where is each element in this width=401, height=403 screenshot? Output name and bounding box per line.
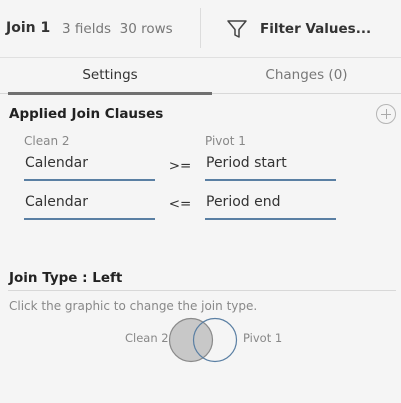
tab-bar: Settings Changes (0) — [0, 58, 401, 95]
filter-values-label: Filter Values... — [260, 21, 372, 37]
join-type-venn-diagram[interactable] — [165, 316, 241, 364]
clause-2-left-field[interactable]: Calendar — [24, 194, 155, 220]
step-header: Join 1 3 fields 30 rows Filter Values... — [0, 0, 401, 58]
step-summary: 3 fields 30 rows — [62, 21, 173, 37]
venn-right-label: Pivot 1 — [243, 331, 283, 345]
tab-changes-label: Changes (0) — [265, 67, 348, 83]
join-type-title: Join Type : Left — [9, 270, 123, 286]
add-clause-icon[interactable] — [376, 104, 396, 124]
tab-selected-indicator — [8, 92, 212, 95]
venn-left-circle[interactable] — [168, 317, 214, 363]
tab-settings-label: Settings — [82, 67, 138, 83]
join-clauses-title: Applied Join Clauses — [9, 106, 164, 122]
step-name[interactable]: Join 1 — [6, 20, 50, 36]
venn-left-label: Clean 2 — [125, 331, 169, 345]
filter-icon — [227, 20, 247, 38]
filter-values-button[interactable]: Filter Values... — [222, 14, 372, 44]
left-source-header: Clean 2 — [24, 134, 70, 148]
clause-1-left-field[interactable]: Calendar — [24, 155, 155, 181]
right-source-header: Pivot 1 — [205, 134, 246, 148]
tab-changes[interactable]: Changes (0) — [212, 58, 401, 94]
clause-1-operator[interactable]: >= — [165, 158, 195, 174]
tab-settings[interactable]: Settings — [8, 58, 212, 95]
clause-1-right-field[interactable]: Period start — [205, 155, 336, 181]
join-type-divider — [8, 290, 396, 291]
clause-2-right-field[interactable]: Period end — [205, 194, 336, 220]
clause-2-operator[interactable]: <= — [165, 196, 195, 212]
header-divider — [200, 8, 201, 48]
join-type-hint: Click the graphic to change the join typ… — [9, 299, 258, 313]
